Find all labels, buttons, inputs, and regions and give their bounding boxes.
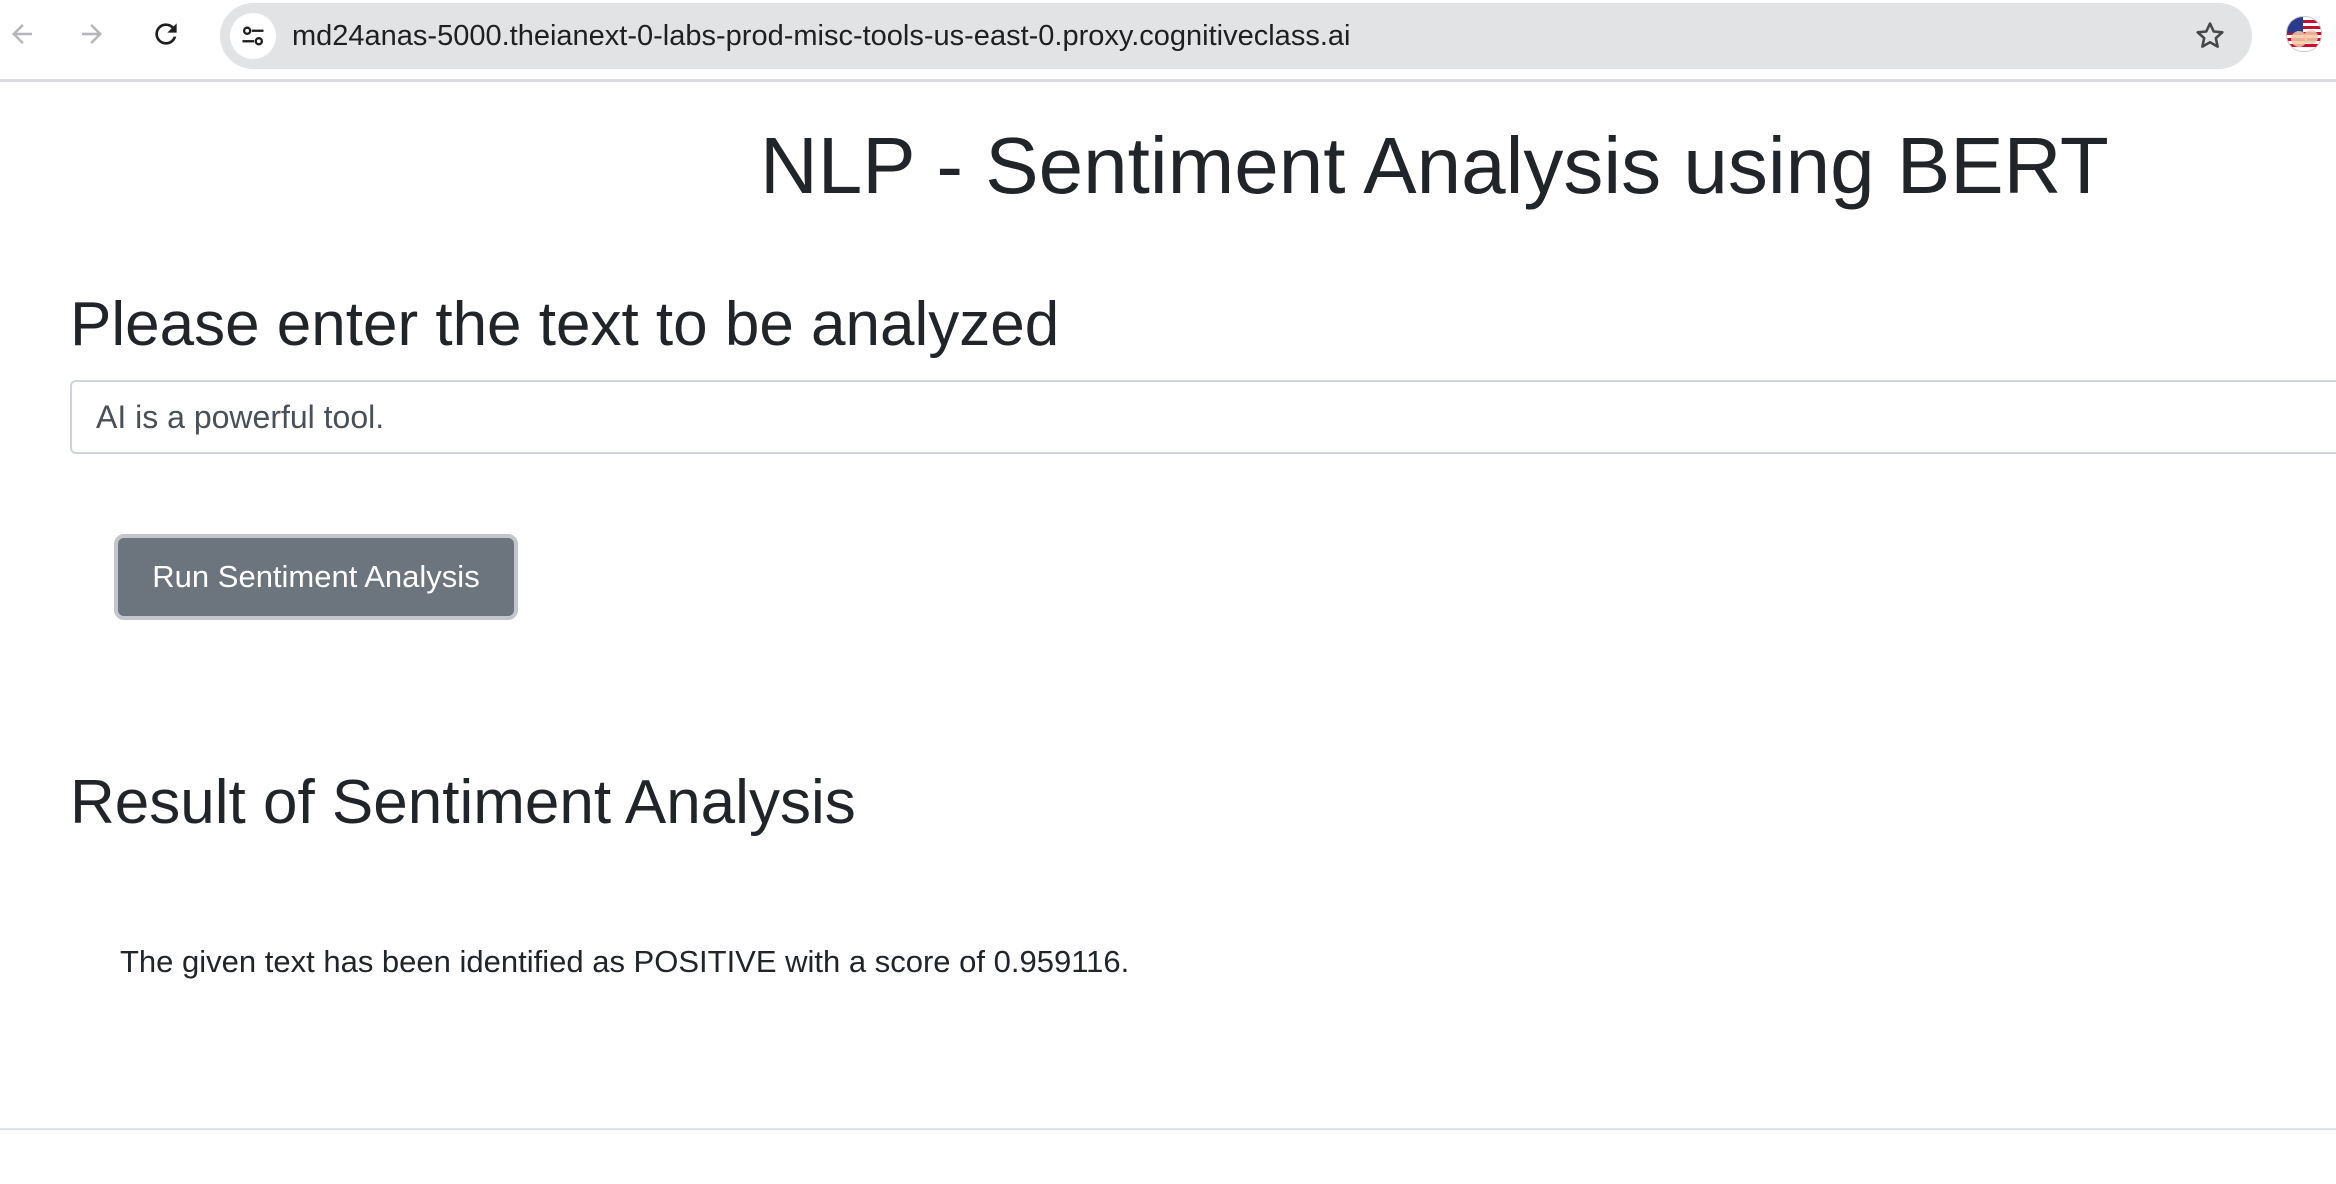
reload-button[interactable]	[146, 14, 186, 54]
run-sentiment-analysis-button[interactable]: Run Sentiment Analysis	[114, 534, 518, 620]
back-button[interactable]	[2, 14, 42, 54]
url-text[interactable]: md24anas-5000.theianext-0-labs-prod-misc…	[292, 3, 1350, 69]
arrow-right-icon	[82, 24, 102, 44]
result-heading: Result of Sentiment Analysis	[70, 768, 856, 837]
star-icon	[2196, 22, 2224, 48]
reload-icon	[155, 23, 177, 45]
arrow-left-icon	[12, 24, 32, 44]
input-heading: Please enter the text to be analyzed	[70, 290, 1060, 359]
result-text: The given text has been identified as PO…	[120, 944, 1130, 979]
page-title: NLP - Sentiment Analysis using BERT	[760, 121, 2109, 210]
page-content: NLP - Sentiment Analysis using BERT Plea…	[0, 82, 2336, 1184]
forward-button[interactable]	[72, 14, 112, 54]
text-to-analyze-input[interactable]	[70, 380, 2336, 454]
page-divider	[0, 1128, 2336, 1130]
address-bar[interactable]: md24anas-5000.theianext-0-labs-prod-misc…	[220, 3, 2252, 69]
tune-icon	[242, 26, 264, 46]
bookmark-button[interactable]	[2190, 16, 2230, 56]
browser-toolbar: md24anas-5000.theianext-0-labs-prod-misc…	[0, 0, 2336, 82]
profile-avatar[interactable]	[2286, 16, 2322, 52]
site-info-button[interactable]	[230, 13, 276, 59]
